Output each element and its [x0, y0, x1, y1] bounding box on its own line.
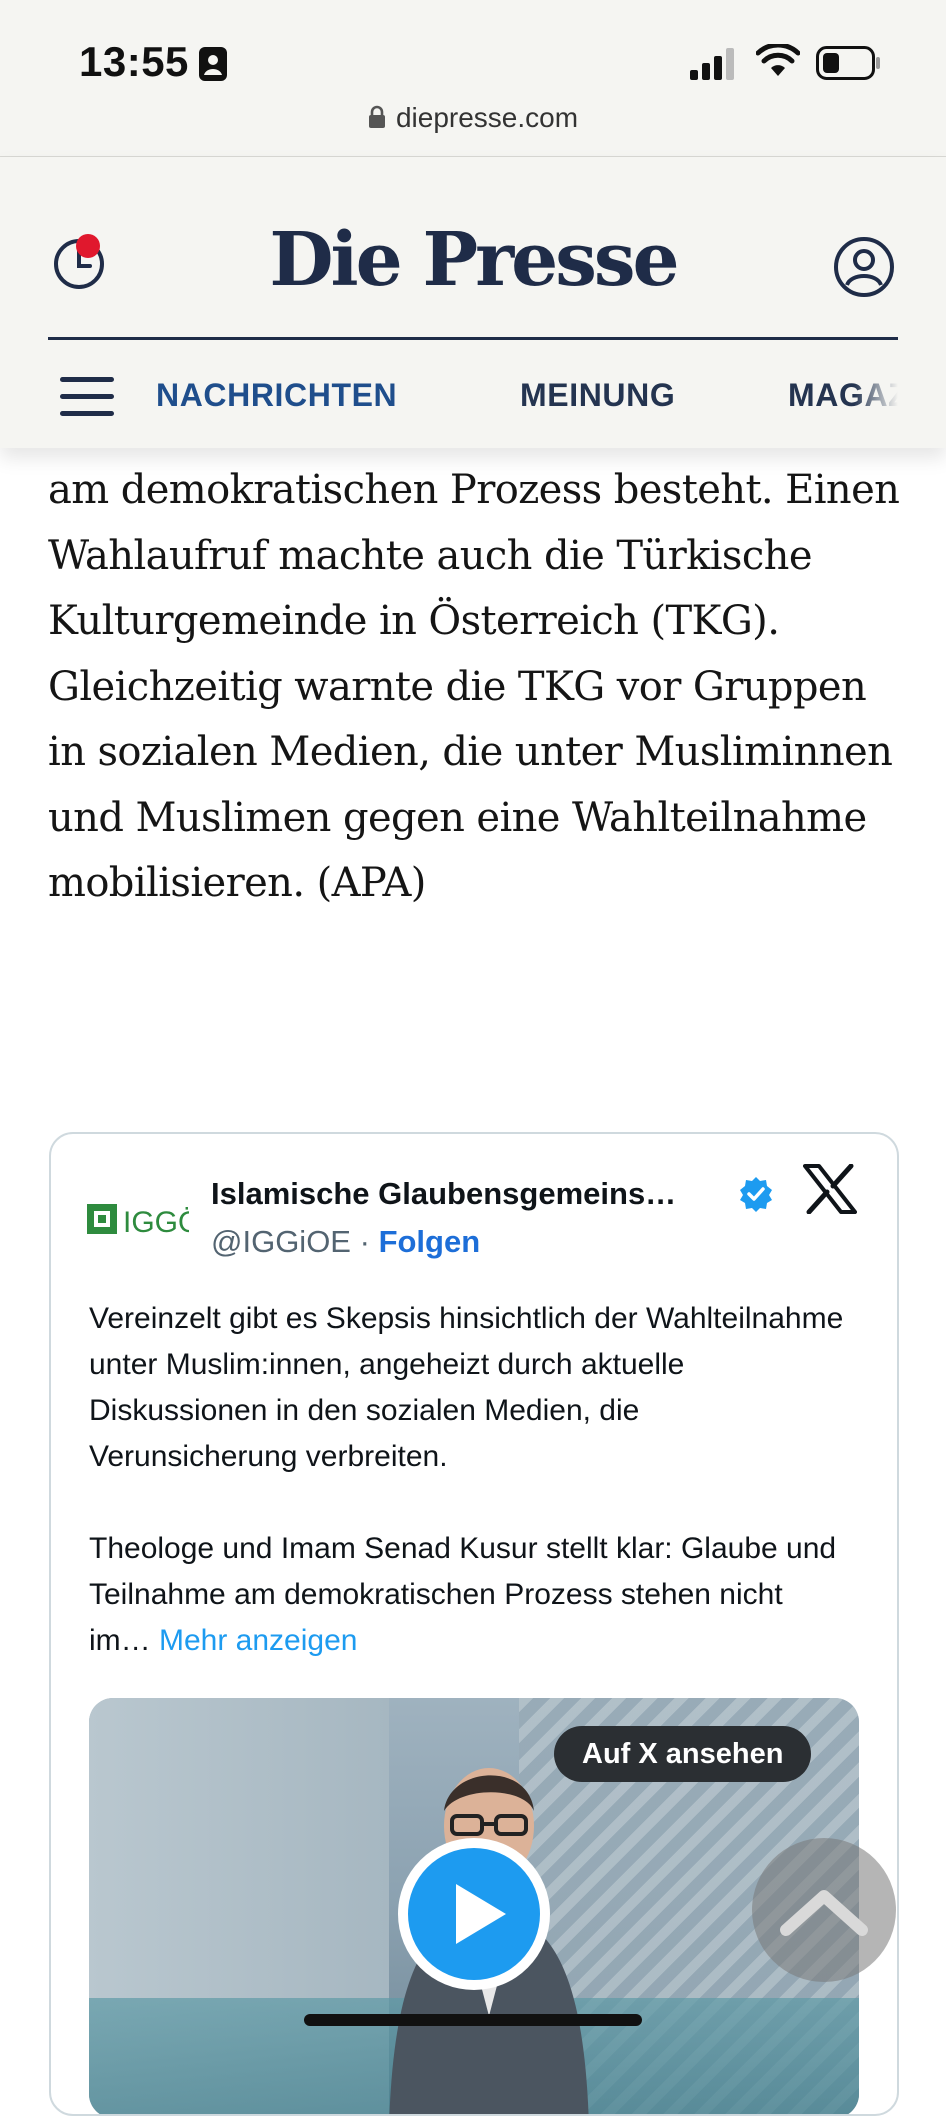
tweet-text-1: Vereinzelt gibt es Skepsis hinsichtlich … — [89, 1302, 844, 1473]
status-time: 13:55 — [79, 38, 189, 85]
lock-icon — [368, 105, 385, 128]
hamburger-menu-icon[interactable] — [60, 375, 114, 419]
view-on-x-button[interactable]: Auf X ansehen — [554, 1726, 812, 1782]
nav-item-meinung[interactable]: MEINUNG — [520, 377, 675, 414]
show-more-link[interactable]: Mehr anzeigen — [159, 1624, 357, 1657]
nav-item-nachrichten[interactable]: NACHRICHTEN — [156, 377, 397, 414]
article-paragraph: am demokratischen Prozess besteht. Einen… — [48, 467, 900, 906]
nav-item-magazin[interactable]: MAGAZIN — [788, 377, 898, 414]
address-bar[interactable]: diepresse.com — [0, 102, 946, 134]
play-video-icon[interactable] — [394, 1834, 554, 1994]
account-icon[interactable] — [832, 235, 896, 299]
address-url: diepresse.com — [395, 102, 579, 133]
chevron-up-icon — [780, 1890, 868, 1936]
site-header: Die Presse NACHRICHTEN MEINUNG MAGAZIN — [0, 157, 946, 448]
follow-button[interactable]: Folgen — [379, 1224, 481, 1259]
site-logo[interactable]: Die Presse — [0, 217, 946, 303]
cellular-signal-icon — [690, 48, 734, 80]
home-indicator[interactable] — [304, 2014, 642, 2026]
handle-separator: · — [359, 1224, 370, 1259]
status-bar: 13:55 diepresse.com — [0, 0, 946, 157]
contact-card-icon — [199, 47, 227, 81]
verified-badge-icon — [740, 1177, 772, 1212]
iggoe-avatar[interactable]: IGGÖ — [85, 1190, 189, 1250]
tweet-handle[interactable]: @IGGiOE — [211, 1224, 351, 1259]
tweet-handle-row: @IGGiOE · Folgen — [211, 1224, 480, 1260]
tweet-author-name[interactable]: Islamische Glaubensgemeins… — [211, 1176, 676, 1212]
scroll-to-top-button[interactable] — [752, 1838, 896, 1982]
avatar-text: IGGÖ — [123, 1206, 189, 1239]
x-logo-icon[interactable] — [803, 1164, 857, 1214]
battery-icon — [816, 46, 880, 80]
wifi-icon — [756, 44, 800, 76]
tweet-body: Vereinzelt gibt es Skepsis hinsichtlich … — [89, 1296, 849, 1664]
header-divider — [48, 337, 898, 340]
